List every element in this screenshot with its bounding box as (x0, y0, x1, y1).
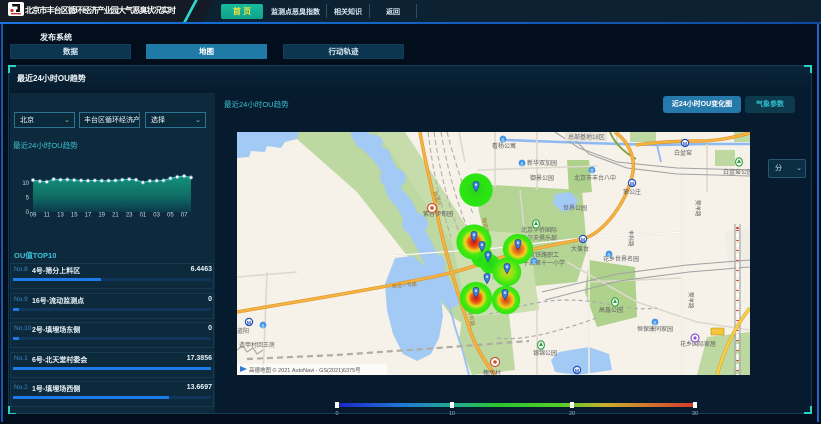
svg-text:掌公庄: 掌公庄 (623, 188, 641, 196)
svg-text:樊羊路: 樊羊路 (687, 292, 695, 309)
svg-text:子弟第十一小学: 子弟第十一小学 (523, 259, 565, 267)
svg-text:御景公园: 御景公园 (530, 174, 554, 182)
svg-text:总部基地18区: 总部基地18区 (568, 133, 605, 141)
svg-text:5: 5 (26, 196, 30, 202)
svg-text:文: 文 (532, 259, 537, 266)
svg-text:B: B (520, 162, 523, 167)
svg-text:樊羊路: 樊羊路 (694, 200, 702, 217)
svg-text:文: 文 (590, 168, 595, 175)
svg-text:北京华侨国际: 北京华侨国际 (521, 226, 557, 234)
svg-text:0: 0 (335, 411, 338, 417)
svg-text:北京市丰台八中: 北京市丰台八中 (574, 174, 616, 182)
svg-text:05: 05 (167, 213, 174, 219)
svg-text:M: M (575, 369, 579, 375)
svg-text:B: B (261, 324, 264, 329)
svg-text:17: 17 (85, 213, 92, 219)
svg-text:01: 01 (140, 213, 147, 219)
svg-text:高德地图 © 2021 AutoNavi - GS(2021: 高德地图 © 2021 AutoNavi - GS(2021)6375号 (249, 366, 361, 374)
svg-text:M: M (630, 182, 634, 188)
svg-text:B: B (653, 321, 656, 326)
svg-text:银锦公园: 银锦公园 (533, 349, 557, 357)
svg-text:21: 21 (112, 213, 119, 219)
svg-text:13: 13 (57, 213, 64, 219)
svg-text:白盆窑公园: 白盆窑公园 (723, 168, 750, 176)
svg-text:白盆窑: 白盆窑 (674, 149, 692, 157)
svg-text:11: 11 (44, 213, 51, 219)
svg-text:09: 09 (30, 213, 37, 219)
svg-text:23: 23 (126, 213, 133, 219)
svg-text:看杨公寓: 看杨公寓 (492, 142, 516, 150)
svg-text:紫谷伊甸园: 紫谷伊甸园 (423, 210, 453, 218)
svg-text:19: 19 (98, 213, 105, 219)
svg-text:30: 30 (692, 411, 698, 417)
svg-text:M: M (683, 142, 687, 148)
svg-text:10: 10 (449, 411, 455, 417)
svg-text:07: 07 (181, 213, 188, 219)
svg-text:丰科路: 丰科路 (627, 230, 635, 247)
svg-text:M: M (581, 238, 585, 244)
svg-text:世界公园: 世界公园 (563, 204, 587, 212)
svg-text:新华双加园: 新华双加园 (527, 159, 557, 167)
svg-text:B: B (501, 138, 504, 143)
svg-text:B: B (607, 253, 610, 258)
svg-text:10: 10 (22, 181, 29, 187)
svg-text:03: 03 (153, 213, 160, 219)
svg-text:造甲村回王房: 造甲村回王房 (239, 341, 275, 349)
svg-text:20: 20 (569, 411, 575, 417)
svg-text:大葆台: 大葆台 (571, 245, 589, 253)
svg-text:15: 15 (71, 213, 78, 219)
svg-text:道阳: 道阳 (237, 327, 249, 335)
svg-text:M: M (247, 321, 251, 327)
svg-text:恒保康同家园: 恒保康同家园 (637, 325, 673, 333)
svg-text:高鑫公园: 高鑫公园 (599, 306, 623, 314)
